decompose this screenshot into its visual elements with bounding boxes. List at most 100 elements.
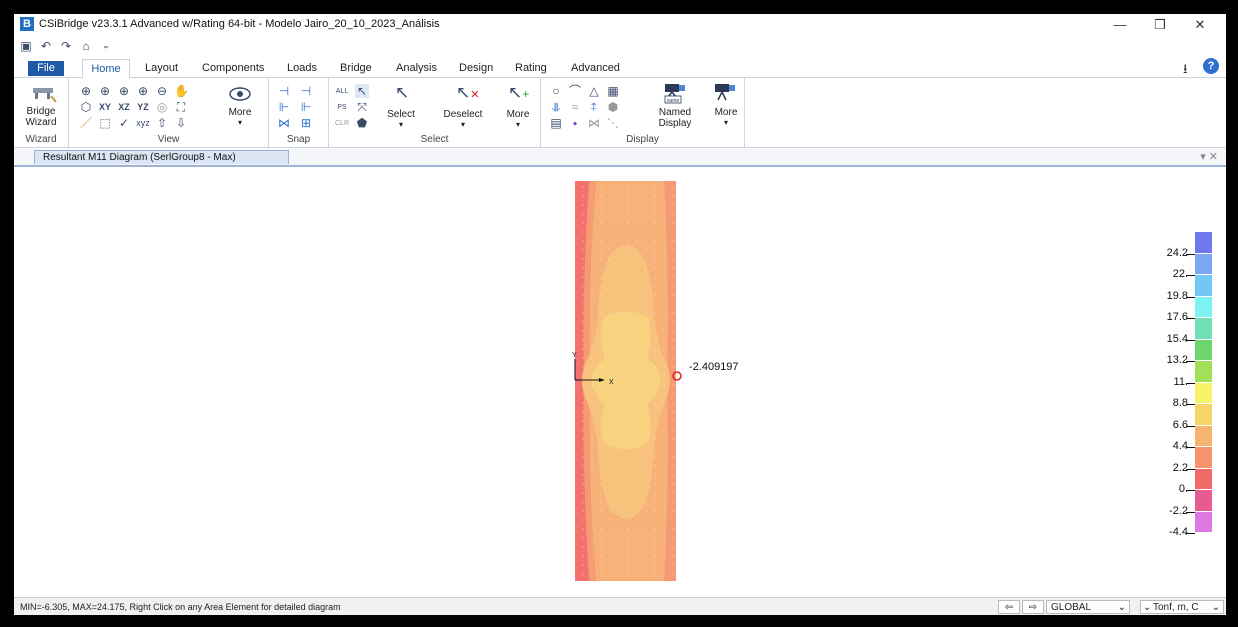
show-forces-icon[interactable]: ⌒ <box>568 84 582 98</box>
tab-advanced[interactable]: Advanced <box>571 62 620 74</box>
named-display-button-2[interactable]: Display <box>651 118 699 129</box>
select-all-button[interactable]: ALL <box>335 85 349 99</box>
snap-ends-icon[interactable]: ⊣ <box>299 84 313 98</box>
zoom-window-icon[interactable]: ⊕ <box>79 84 93 98</box>
lock-model-icon[interactable]: ⬟ <box>355 116 369 130</box>
select-icon[interactable]: ↖ <box>395 84 409 101</box>
contour-diagram[interactable]: X Y -2.409197 <box>14 167 1226 597</box>
legend-label-13: -4.4 <box>1169 526 1188 538</box>
chevron-down-icon: ⌄ <box>1143 602 1152 613</box>
intersect-select-icon[interactable]: ⤧ <box>355 100 369 114</box>
plane-icon[interactable]: xyz <box>136 116 150 130</box>
help-icon[interactable]: ? <box>1203 58 1219 74</box>
display-more-icon[interactable] <box>713 82 739 102</box>
snap-middle-icon[interactable]: ⊩ <box>277 100 291 114</box>
snap-grid-icon[interactable]: ⊞ <box>299 116 313 130</box>
restore-button[interactable]: ❐ <box>1140 14 1180 36</box>
show-lanes-icon[interactable]: ⬢ <box>606 100 620 114</box>
customize-qat-icon[interactable]: ⩦ <box>100 41 112 52</box>
legend-label-5: 13.2 <box>1166 354 1188 366</box>
legend-color-6 <box>1195 361 1212 383</box>
pan-icon[interactable]: ✋ <box>174 84 189 98</box>
arrow-left-icon[interactable]: ⇦ <box>998 600 1020 614</box>
y-axis-label: Y <box>572 352 577 359</box>
snap-points-icon[interactable]: ⊣ <box>277 84 291 98</box>
tab-loads[interactable]: Loads <box>287 62 317 74</box>
perspective-icon[interactable]: ◎ <box>155 100 169 114</box>
draw-icon[interactable]: ／ <box>79 116 93 130</box>
eye-icon[interactable] <box>229 86 251 102</box>
view-more-chevron-icon[interactable]: ▾ <box>219 117 261 128</box>
zoom-extents-icon[interactable]: ⊕ <box>136 84 150 98</box>
yz-view-button[interactable]: YZ <box>136 100 150 114</box>
show-misc-icon[interactable]: ⋱ <box>606 116 620 130</box>
bridge-wizard-label-2[interactable]: Wizard <box>18 117 64 128</box>
show-loads-icon[interactable]: ⥥ <box>549 100 563 114</box>
pointer-icon[interactable]: ↖ <box>355 84 369 98</box>
coordinate-system-select[interactable]: GLOBAL ⌄ <box>1046 600 1130 614</box>
show-influence-icon[interactable]: ⬩ <box>568 116 582 130</box>
minimize-button[interactable]: — <box>1100 14 1140 36</box>
tab-rating[interactable]: Rating <box>515 62 547 74</box>
select-more-icon[interactable]: ↖+ <box>508 84 529 101</box>
show-tables-icon[interactable]: ▦ <box>606 84 620 98</box>
value-label: -2.409197 <box>689 361 739 373</box>
tab-home[interactable]: Home <box>82 59 130 80</box>
view-group: ⊕ ⊕ ⊕ ⊕ ⊖ ✋ ⬡ XY XZ YZ ◎ ⛶ ／ ⬚ ✓ xyz ⇧ ⇩… <box>69 78 269 147</box>
redo-icon[interactable]: ↷ <box>60 39 72 53</box>
zoom-in-icon[interactable]: ⊕ <box>98 84 112 98</box>
tab-analysis[interactable]: Analysis <box>396 62 437 74</box>
move-down-icon[interactable]: ⇩ <box>174 116 188 130</box>
rubber-band-icon[interactable]: ⛶ <box>174 100 188 114</box>
document-tab-controls[interactable]: ▾ ✕ <box>1200 150 1218 163</box>
display-tables-icon[interactable]: ▤ <box>549 116 563 130</box>
document-tab[interactable]: Resultant M11 Diagram (SerlGroup8 - Max) <box>34 150 289 164</box>
tab-components[interactable]: Components <box>202 62 264 74</box>
bridge-wizard-label[interactable]: Bridge <box>18 106 64 117</box>
tab-file[interactable]: File <box>28 61 64 76</box>
set-display-icon[interactable]: ⬚ <box>98 116 112 130</box>
xz-view-button[interactable]: XZ <box>117 100 131 114</box>
legend-label-4: 15.4 <box>1166 332 1188 345</box>
named-display-button[interactable]: Named <box>651 107 699 118</box>
arrow-right-icon[interactable]: ⇨ <box>1022 600 1044 614</box>
zoom-out-icon[interactable]: ⊕ <box>117 84 131 98</box>
show-stresses-icon[interactable]: ≈ <box>568 100 582 114</box>
bridge-wizard-icon[interactable] <box>31 82 57 104</box>
zoom-previous-icon[interactable]: ⊖ <box>155 84 169 98</box>
tab-design[interactable]: Design <box>459 62 493 74</box>
select-chevron-icon[interactable]: ▾ <box>381 119 421 130</box>
document-tab-bar: Resultant M11 Diagram (SerlGroup8 - Max)… <box>14 149 1226 167</box>
legend-label-6: 11. <box>1173 375 1188 388</box>
clear-selection-button[interactable]: CLR <box>335 117 349 131</box>
snap-perpendicular-icon[interactable]: ⋈ <box>277 116 291 130</box>
close-button[interactable]: ✕ <box>1180 14 1220 36</box>
legend-tick-4 <box>1186 339 1195 341</box>
legend-tick-1 <box>1186 275 1195 276</box>
deselect-chevron-icon[interactable]: ▾ <box>439 119 487 130</box>
lock-icon[interactable]: ⌂ <box>80 39 92 53</box>
move-up-icon[interactable]: ⇧ <box>155 116 169 130</box>
undo-icon[interactable]: ↶ <box>40 39 52 53</box>
x-axis-label: X <box>609 379 614 386</box>
deselect-icon[interactable]: ↖✕ <box>456 84 479 101</box>
display-more-chevron-icon[interactable]: ▾ <box>709 117 743 128</box>
save-icon[interactable]: ▣ <box>20 39 32 53</box>
xy-view-button[interactable]: XY <box>98 100 112 114</box>
legend-label-12: -2.2 <box>1169 504 1188 517</box>
select-more-chevron-icon[interactable]: ▾ <box>501 119 535 130</box>
legend-color-12 <box>1195 490 1212 512</box>
snap-intersection-icon[interactable]: ⊩ <box>299 100 313 114</box>
units-select[interactable]: ⌄ Tonf, m, C ⌄ <box>1140 600 1224 614</box>
tab-layout[interactable]: Layout <box>145 62 178 74</box>
show-virtual-work-icon[interactable]: ⋈ <box>587 116 601 130</box>
show-reactions-icon[interactable]: ⍏ <box>587 100 601 114</box>
model-view-canvas[interactable]: X Y -2.409197 24.2 22. 19.8 17.6 15.4 13.2 11.… <box>14 167 1226 597</box>
show-deformed-icon[interactable]: ○ <box>549 84 563 98</box>
named-display-icon[interactable]: name <box>661 82 689 104</box>
3d-view-icon[interactable]: ⬡ <box>79 100 93 114</box>
check-icon[interactable]: ✓ <box>117 116 131 130</box>
previous-selection-button[interactable]: PS <box>335 101 349 115</box>
show-undeformed-icon[interactable]: △ <box>587 84 601 98</box>
tab-bridge[interactable]: Bridge <box>340 62 372 74</box>
